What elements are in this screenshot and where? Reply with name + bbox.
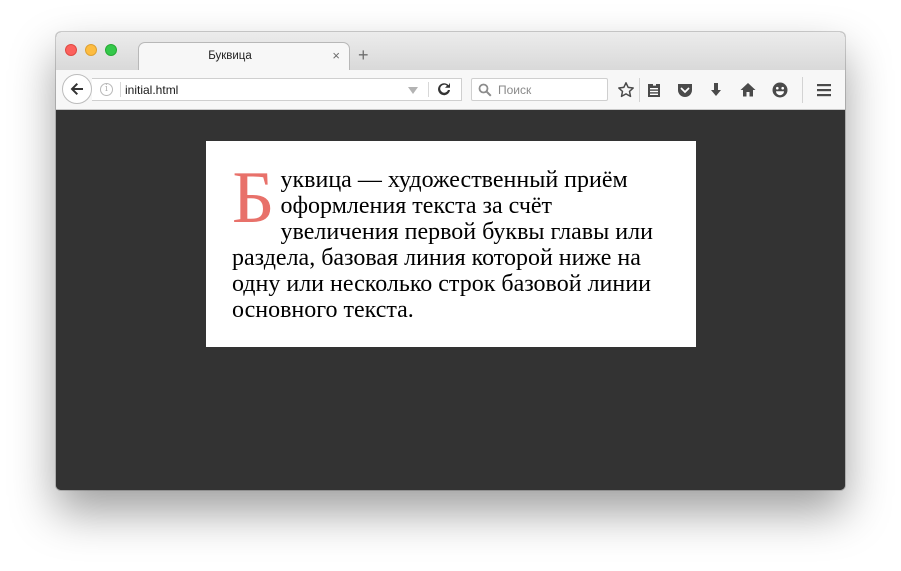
title-bar: Буквица × + <box>56 32 845 71</box>
minimize-window-button[interactable] <box>85 44 97 56</box>
pocket-icon[interactable] <box>676 81 694 99</box>
url-separator-right <box>428 82 429 97</box>
toolbar-separator <box>802 77 803 103</box>
tab-close-icon[interactable]: × <box>332 48 340 63</box>
close-window-button[interactable] <box>65 44 77 56</box>
url-separator <box>120 82 121 97</box>
back-arrow-icon <box>70 83 83 95</box>
zoom-window-button[interactable] <box>105 44 117 56</box>
back-button[interactable] <box>62 74 92 104</box>
info-icon[interactable]: i <box>100 83 113 96</box>
url-text[interactable]: initial.html <box>125 83 178 97</box>
dropdown-arrow-icon[interactable] <box>408 87 418 94</box>
text-card: Буквица — художественный приём оформлени… <box>206 141 696 347</box>
drop-cap-paragraph: Буквица — художественный приём оформлени… <box>232 157 668 323</box>
new-tab-button[interactable]: + <box>358 46 369 64</box>
tab-active[interactable]: Буквица × <box>138 42 350 71</box>
navigation-toolbar: i initial.html <box>56 70 845 110</box>
reload-icon[interactable] <box>436 81 452 97</box>
menu-icon[interactable] <box>815 81 833 99</box>
search-input[interactable] <box>498 82 598 98</box>
search-box[interactable] <box>471 78 608 101</box>
drop-cap-letter: Б <box>232 157 275 239</box>
bookmark-star-icon[interactable] <box>617 81 635 99</box>
browser-window: Буквица × + i initial.html Поиск Б уквиц… <box>56 32 845 490</box>
paragraph-text: уквица — художественный приём оформления… <box>232 167 653 323</box>
tab-title: Буквица <box>208 50 252 62</box>
page-content: Буквица — художественный приём оформлени… <box>56 110 845 490</box>
smiley-icon[interactable] <box>771 81 789 99</box>
search-icon <box>478 83 492 97</box>
home-icon[interactable] <box>739 81 757 99</box>
download-icon[interactable] <box>707 81 725 99</box>
url-bar[interactable]: i initial.html <box>92 78 462 101</box>
reading-list-icon[interactable] <box>645 81 663 99</box>
star-separator <box>639 78 640 102</box>
